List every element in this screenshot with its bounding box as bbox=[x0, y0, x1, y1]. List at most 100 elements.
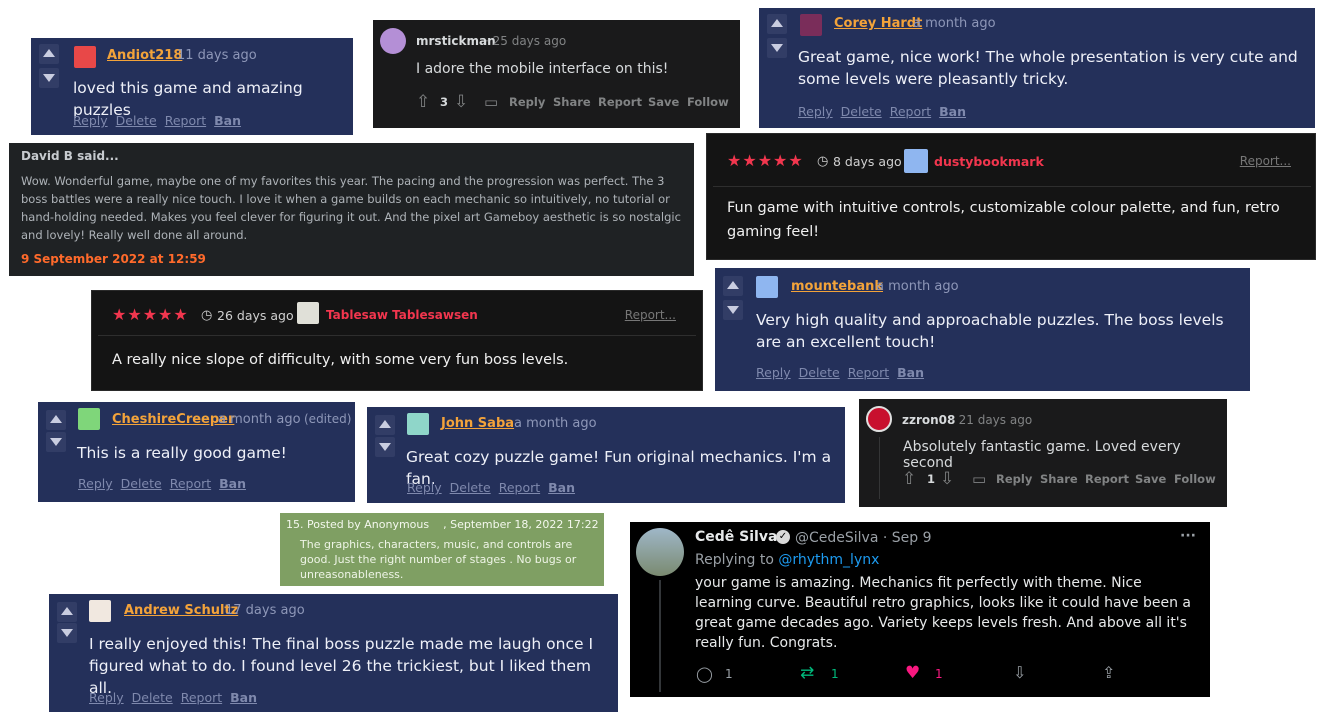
star-rating: ★★★★★ bbox=[727, 151, 804, 170]
upvote-button[interactable] bbox=[767, 14, 787, 34]
reply-link[interactable]: Reply bbox=[798, 104, 833, 119]
timestamp: a month ago bbox=[514, 416, 597, 431]
comment-icon[interactable]: ▭ bbox=[484, 93, 498, 111]
report-link[interactable]: Report bbox=[165, 113, 206, 128]
avatar[interactable] bbox=[78, 408, 100, 430]
delete-link[interactable]: Delete bbox=[841, 104, 882, 119]
avatar[interactable] bbox=[800, 14, 822, 36]
bookmark-icon[interactable]: ⇩ bbox=[1013, 663, 1026, 682]
downvote-button[interactable] bbox=[39, 68, 59, 88]
upvote-button[interactable] bbox=[723, 276, 743, 296]
reply-link[interactable]: Reply bbox=[407, 480, 442, 495]
downvote-button[interactable] bbox=[46, 432, 66, 452]
comment-corey-hardt: Corey Hardt a month ago Great game, nice… bbox=[759, 8, 1315, 128]
save-button[interactable]: Save bbox=[1135, 472, 1166, 486]
report-button[interactable]: Report bbox=[598, 95, 642, 109]
downvote-button[interactable] bbox=[375, 437, 395, 457]
username-link[interactable]: CheshireCreeper bbox=[112, 412, 234, 427]
timestamp: a month ago bbox=[913, 16, 996, 31]
reply-button[interactable]: Reply bbox=[509, 95, 545, 109]
divider bbox=[713, 186, 1311, 187]
avatar[interactable] bbox=[380, 28, 406, 54]
avatar[interactable] bbox=[297, 302, 319, 324]
reply-handle-link[interactable]: @rhythm_lynx bbox=[778, 552, 879, 568]
comment-date-link[interactable]: 9 September 2022 at 12:59 bbox=[21, 252, 206, 266]
comment-body: The graphics, characters, music, and con… bbox=[300, 538, 577, 581]
downvote-icon[interactable]: ⇩ bbox=[454, 92, 468, 112]
avatar[interactable] bbox=[74, 46, 96, 68]
avatar[interactable] bbox=[407, 413, 429, 435]
ban-link[interactable]: Ban bbox=[214, 113, 241, 128]
avatar[interactable] bbox=[866, 406, 892, 432]
upvote-button[interactable] bbox=[57, 602, 77, 622]
vote-column bbox=[367, 407, 401, 503]
thread-line bbox=[659, 580, 661, 692]
report-link[interactable]: Report bbox=[499, 480, 540, 495]
ban-link[interactable]: Ban bbox=[219, 476, 246, 491]
follow-button[interactable]: Follow bbox=[1174, 472, 1216, 486]
delete-link[interactable]: Delete bbox=[121, 476, 162, 491]
reply-link[interactable]: Reply bbox=[73, 113, 108, 128]
username-link[interactable]: dustybookmark bbox=[934, 154, 1044, 169]
username-link[interactable]: John Saba bbox=[441, 416, 514, 431]
ban-link[interactable]: Ban bbox=[230, 690, 257, 705]
downvote-icon[interactable]: ⇩ bbox=[940, 469, 954, 489]
report-link[interactable]: Report bbox=[181, 690, 222, 705]
username-link[interactable]: mrstickman bbox=[416, 34, 496, 48]
reply-icon[interactable]: ◯ bbox=[696, 665, 713, 683]
report-link[interactable]: Report... bbox=[625, 308, 676, 322]
more-options-icon[interactable]: ··· bbox=[1180, 528, 1196, 544]
upvote-button[interactable] bbox=[46, 410, 66, 430]
downvote-button[interactable] bbox=[57, 623, 77, 643]
avatar[interactable] bbox=[904, 149, 928, 173]
reply-link[interactable]: Reply bbox=[756, 365, 791, 380]
downvote-button[interactable] bbox=[723, 300, 743, 320]
reply-button[interactable]: Reply bbox=[996, 472, 1032, 486]
comment-david-b: David B said... Wow. Wonderful game, may… bbox=[9, 143, 694, 276]
follow-button[interactable]: Follow bbox=[687, 95, 729, 109]
reply-link[interactable]: Reply bbox=[78, 476, 113, 491]
save-button[interactable]: Save bbox=[648, 95, 679, 109]
review-tablesaw: ★★★★★ ◷ 26 days ago Tablesaw Tablesawsen… bbox=[91, 290, 703, 391]
upvote-icon[interactable]: ⇧ bbox=[902, 469, 916, 489]
like-icon[interactable]: ♥ bbox=[905, 663, 920, 683]
avatar[interactable] bbox=[89, 600, 111, 622]
display-name[interactable]: Cedê Silva bbox=[695, 529, 777, 545]
share-icon[interactable]: ⇪ bbox=[1102, 663, 1115, 682]
avatar[interactable] bbox=[756, 276, 778, 298]
report-button[interactable]: Report bbox=[1085, 472, 1129, 486]
upvote-icon[interactable]: ⇧ bbox=[416, 92, 430, 112]
report-link[interactable]: Report bbox=[848, 365, 889, 380]
upvote-button[interactable] bbox=[375, 415, 395, 435]
username-link[interactable]: Tablesaw Tablesawsen bbox=[326, 308, 478, 322]
share-button[interactable]: Share bbox=[1040, 472, 1078, 486]
delete-link[interactable]: Delete bbox=[132, 690, 173, 705]
report-link[interactable]: Report bbox=[890, 104, 931, 119]
report-link[interactable]: Report... bbox=[1240, 154, 1291, 168]
username-link[interactable]: Andiot218 bbox=[107, 48, 182, 63]
comment-icon[interactable]: ▭ bbox=[972, 470, 986, 488]
ban-link[interactable]: Ban bbox=[548, 480, 575, 495]
comment-mountebank: mountebank a month ago Very high quality… bbox=[715, 268, 1250, 391]
delete-link[interactable]: Delete bbox=[116, 113, 157, 128]
reply-link[interactable]: Reply bbox=[89, 690, 124, 705]
timestamp: 26 days ago bbox=[217, 308, 294, 323]
vote-column bbox=[31, 38, 65, 135]
username-link[interactable]: Andrew Schultz bbox=[124, 603, 238, 618]
share-button[interactable]: Share bbox=[553, 95, 591, 109]
username-link[interactable]: Corey Hardt bbox=[834, 16, 922, 31]
username-link[interactable]: zzron08 bbox=[902, 413, 955, 427]
avatar[interactable] bbox=[636, 528, 684, 576]
report-link[interactable]: Report bbox=[170, 476, 211, 491]
ban-link[interactable]: Ban bbox=[897, 365, 924, 380]
retweet-icon[interactable]: ⇄ bbox=[800, 663, 814, 683]
comment-header: David B said... bbox=[21, 149, 119, 163]
vote-column bbox=[759, 8, 793, 128]
delete-link[interactable]: Delete bbox=[799, 365, 840, 380]
username-link[interactable]: mountebank bbox=[791, 279, 883, 294]
delete-link[interactable]: Delete bbox=[450, 480, 491, 495]
downvote-button[interactable] bbox=[767, 38, 787, 58]
upvote-button[interactable] bbox=[39, 44, 59, 64]
ban-link[interactable]: Ban bbox=[939, 104, 966, 119]
comment-body: I adore the mobile interface on this! bbox=[416, 61, 669, 77]
